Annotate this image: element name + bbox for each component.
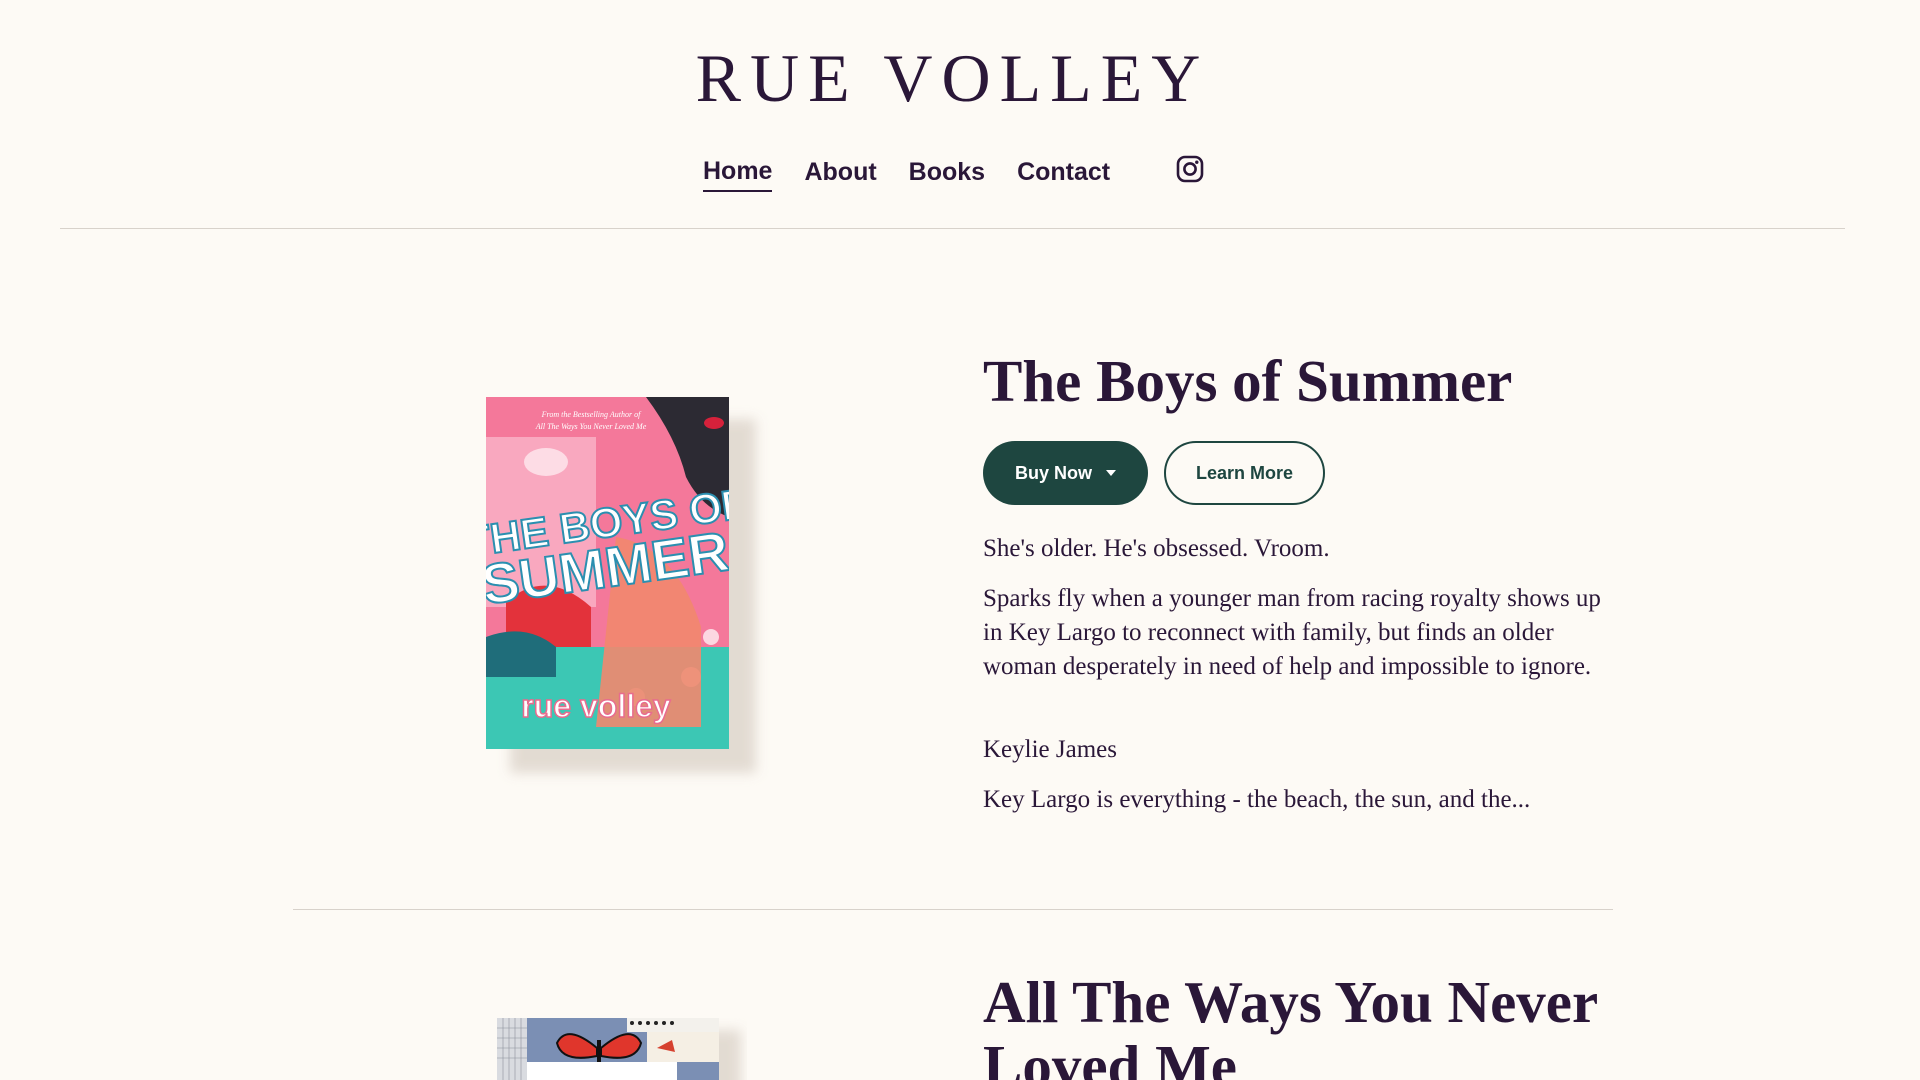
main-nav: Home About Books Contact (703, 152, 1142, 192)
instagram-icon[interactable] (1176, 155, 1204, 183)
book-cover-all-the-ways[interactable] (497, 1018, 747, 1080)
cover-author: rue volley (521, 688, 671, 724)
section-divider (293, 909, 1613, 910)
book-title-boys-of-summer[interactable]: The Boys of Summer (983, 349, 1623, 413)
book-tagline: She's older. He's obsessed. Vroom. (983, 535, 1330, 562)
cover-art: From the Bestselling Author of All The W… (486, 397, 729, 749)
book-blurb: Sparks fly when a younger man from racin… (983, 585, 1601, 680)
nav-contact[interactable]: Contact (1017, 153, 1110, 191)
cover-tagline-2: All The Ways You Never Loved Me (535, 422, 647, 431)
site-title[interactable]: RUE VOLLEY (0, 38, 1905, 118)
learn-more-button[interactable]: Learn More (1164, 441, 1325, 505)
caret-down-icon (1106, 470, 1116, 476)
book-character: Keylie James (983, 736, 1117, 763)
buy-now-button[interactable]: Buy Now (983, 441, 1148, 505)
nav-home[interactable]: Home (703, 152, 773, 192)
buy-now-label: Buy Now (1014, 462, 1092, 483)
nav-about[interactable]: About (804, 153, 876, 191)
cover-art-2 (497, 1018, 719, 1080)
header-divider (60, 228, 1845, 229)
cover-tagline: From the Bestselling Author of (541, 410, 642, 419)
book-title-all-the-ways[interactable]: All The Ways You Never Loved Me (983, 970, 1623, 1080)
learn-more-label: Learn More (1195, 462, 1294, 483)
book-cover-boys-of-summer[interactable]: From the Bestselling Author of All The W… (486, 397, 756, 777)
nav-books[interactable]: Books (909, 153, 985, 191)
page: RUE VOLLEY Home About Books Contact From… (0, 0, 1905, 1080)
book-excerpt: Key Largo is everything - the beach, the… (983, 786, 1531, 813)
